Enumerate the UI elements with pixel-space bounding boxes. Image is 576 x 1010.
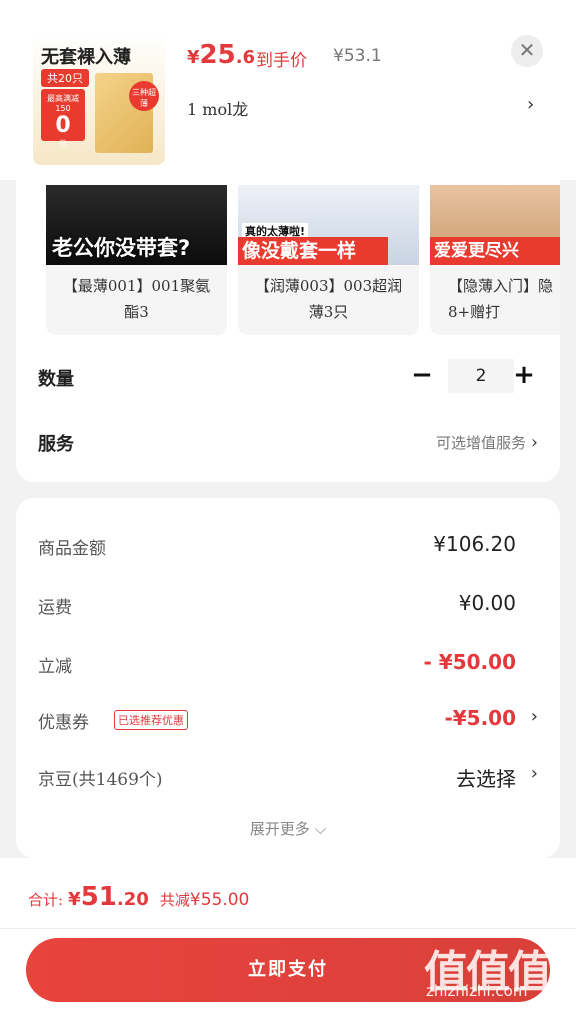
price-label: 到手价	[256, 51, 307, 71]
summary-key: 优惠券	[38, 713, 89, 733]
summary-value: - ¥50.00	[423, 650, 516, 674]
variant-card[interactable]: 真的太薄啦! 像没戴套一样 【润薄003】003超润薄3只	[238, 185, 419, 335]
product-price: ¥25.6	[187, 40, 255, 70]
checkout-bar: 合计: ¥51.20 共减¥55.00 立即支付 值值值 zhizhizhi.c…	[0, 858, 576, 1010]
summary-value: ¥106.20	[433, 532, 516, 556]
product-header: 无套裸入薄 共20只 最高满减150 0 元 三种超薄 ¥25.6 到手价 ¥5…	[0, 0, 576, 180]
service-value: 可选增值服务 ›	[436, 432, 538, 453]
thumb-promo-value: 0	[55, 113, 71, 138]
summary-key: 立减	[38, 657, 72, 677]
variant-caption: 像没戴套一样	[238, 237, 388, 265]
total-decimal: .20	[116, 889, 149, 910]
summary-row-coupon[interactable]: 优惠券 已选推荐优惠 -¥5.00 ›	[38, 704, 538, 734]
chevron-right-icon: ›	[530, 763, 538, 784]
variant-card[interactable]: 爱爱更尽兴 【隐薄入门】隐8+赠打	[430, 185, 560, 335]
variant-name: 【最薄001】001聚氨酯3	[62, 277, 211, 321]
price-currency: ¥	[187, 47, 200, 68]
quantity-label: 数量	[38, 369, 74, 390]
divider	[0, 928, 576, 929]
summary-key: 商品金额	[38, 539, 106, 559]
close-icon[interactable]: ✕	[511, 35, 543, 67]
summary-value: 去选择	[456, 767, 516, 791]
thumb-promo: 最高满减150 0 元	[41, 89, 85, 148]
summary-row-jingdou[interactable]: 京豆(共1469个) 去选择 ›	[38, 761, 538, 791]
summary-row-shipping: 运费 ¥0.00	[38, 589, 538, 619]
thumb-promo-unit: 元	[59, 139, 67, 148]
quantity-stepper: − 2 +	[408, 359, 538, 393]
watermark-site: zhizhizhi.com	[426, 982, 528, 1000]
summary-key: 京豆(共1469个)	[38, 770, 163, 790]
service-value-text: 可选增值服务	[436, 434, 527, 452]
original-price: ¥53.1	[333, 46, 382, 66]
service-label: 服务	[38, 434, 74, 455]
variant-caption: 老公你没带套?	[52, 236, 191, 260]
product-thumbnail[interactable]: 无套裸入薄 共20只 最高满减150 0 元 三种超薄	[33, 33, 165, 165]
variant-list: 老公你没带套? 【最薄001】001聚氨酯3 真的太薄啦! 像没戴套一样 【润薄…	[46, 185, 560, 335]
order-summary-card: 商品金额 ¥106.20 运费 ¥0.00 立减 - ¥50.00 优惠券 已选…	[16, 498, 560, 858]
thumb-badge: 共20只	[41, 69, 89, 87]
total-int: 51	[80, 882, 117, 912]
selected-spec[interactable]: 1 mol龙	[187, 96, 248, 120]
discount-label: 共减	[159, 891, 190, 909]
chevron-right-icon: ›	[530, 432, 538, 453]
service-row[interactable]: 服务 可选增值服务 ›	[38, 422, 538, 462]
chevron-right-icon: ›	[530, 706, 538, 727]
discount-value: ¥55.00	[189, 890, 250, 910]
price-int: 25	[199, 40, 236, 70]
thumb-headline: 无套裸入薄	[41, 47, 131, 68]
price-decimal: .6	[235, 47, 256, 68]
variant-name: 【隐薄入门】隐8+赠打	[448, 277, 554, 321]
minus-icon[interactable]: −	[408, 359, 436, 393]
summary-value: -¥5.00	[444, 706, 516, 730]
variant-card[interactable]: 老公你没带套? 【最薄001】001聚氨酯3	[46, 185, 227, 335]
variant-caption: 爱爱更尽兴	[430, 237, 560, 265]
total-currency: ¥	[68, 889, 81, 910]
total-label: 合计:	[28, 891, 64, 909]
expand-more-button[interactable]: 展开更多 ⌵	[16, 818, 560, 839]
thumb-promo-line: 最高满减150	[47, 94, 79, 113]
thumb-corner-tag: 三种超薄	[129, 81, 159, 111]
chevron-right-icon[interactable]: ›	[527, 94, 534, 115]
quantity-input[interactable]: 2	[448, 359, 514, 393]
watermark-logo: 值值值 zhizhizhi.com	[422, 936, 572, 1006]
summary-row-goods: 商品金额 ¥106.20	[38, 530, 538, 560]
variant-name: 【润薄003】003超润薄3只	[254, 277, 403, 321]
plus-icon[interactable]: +	[510, 359, 538, 393]
total-price: 合计: ¥51.20 共减¥55.00	[28, 882, 249, 912]
summary-key: 运费	[38, 598, 72, 618]
summary-value: ¥0.00	[458, 591, 516, 615]
summary-row-instant-discount: 立减 - ¥50.00	[38, 648, 538, 678]
quantity-row: 数量 − 2 +	[38, 357, 538, 397]
coupon-tag: 已选推荐优惠	[114, 710, 188, 730]
